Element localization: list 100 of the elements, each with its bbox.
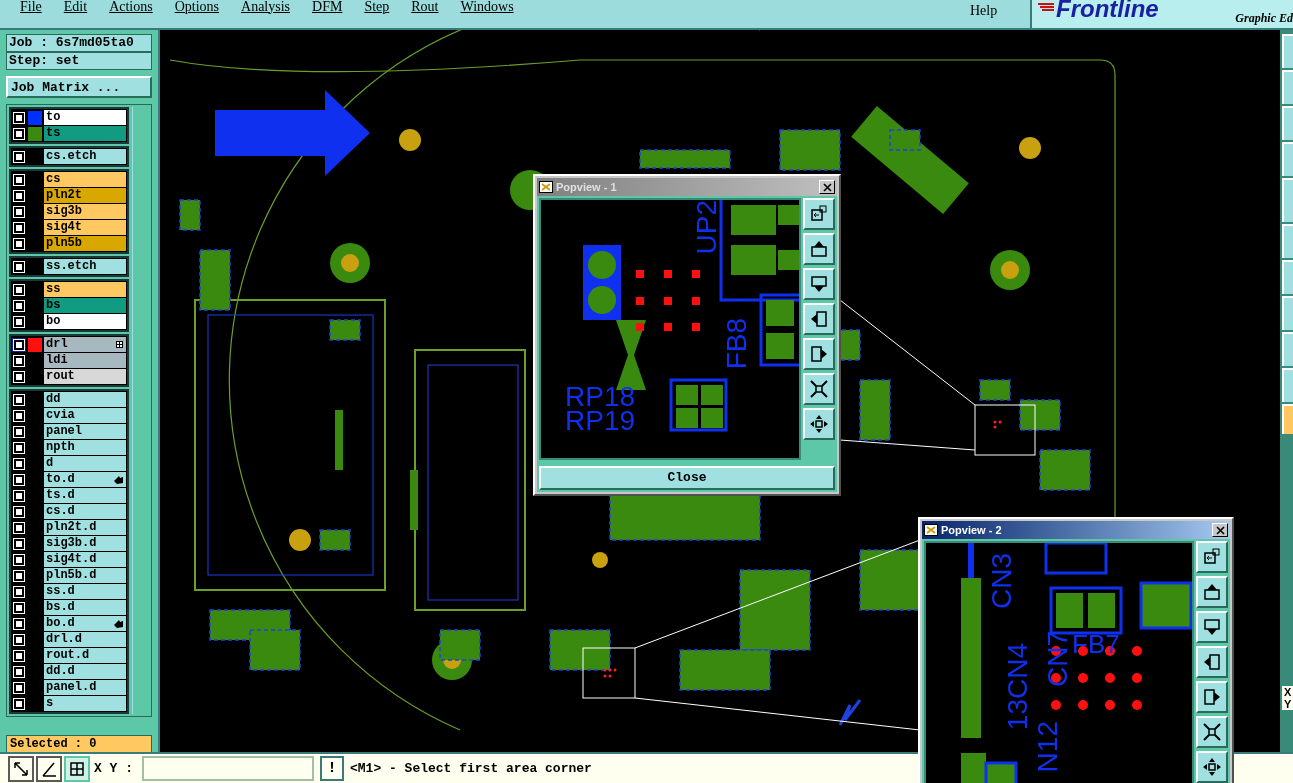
view-tool-button[interactable] [1196,576,1228,608]
view-tool-button[interactable] [1196,716,1228,748]
component-pad [199,249,231,311]
layer-name[interactable]: dd [44,392,126,407]
xy-label: X Y : [94,759,134,778]
grid-icon [68,759,86,778]
zoom-in-icon [1202,722,1222,742]
layer-name[interactable]: cs.etch [44,149,126,164]
layer-name[interactable]: pln5b [44,236,126,251]
arrow-down-icon [1202,617,1222,637]
view-tool-button[interactable] [1196,541,1228,573]
view-tool-button[interactable] [803,233,835,265]
menu-item[interactable]: Actions [109,0,153,14]
silkscreen-label: 13CN4 [1004,643,1032,731]
layer-name[interactable]: sig3b [44,204,126,219]
mounting-hole-drawing [330,243,370,283]
layer-name[interactable]: s [44,696,126,711]
layer-name[interactable]: bs.d [44,600,126,615]
silkscreen-label: UP2 [693,200,721,255]
layer-name[interactable]: sig3b.d [44,536,126,551]
window-arrow-icon [809,204,829,224]
layer-name[interactable]: rout [44,369,126,384]
layer-name[interactable]: pln2t.d [44,520,126,535]
job-matrix-button[interactable]: Job Matrix ... [6,76,152,98]
layer-name[interactable]: cvia [44,408,126,423]
close-icon [1215,525,1225,535]
layer-name[interactable]: ts.d [44,488,126,503]
tool-button[interactable] [8,755,34,782]
menu-item[interactable]: File [20,0,42,14]
layer-name[interactable]: ldi [44,353,126,368]
layer-name[interactable]: sig4t.d [44,552,126,567]
menu-item[interactable]: Edit [63,0,88,14]
view-tool-button[interactable] [803,303,835,335]
menu-item[interactable]: Rout [411,0,439,14]
view-tool-button[interactable] [803,338,835,370]
component-pad [1039,449,1091,491]
menu-item[interactable]: Step [364,0,390,14]
layer-name[interactable]: d [44,456,126,471]
view-tool-button[interactable] [1196,751,1228,783]
view-tool-button[interactable] [1196,646,1228,678]
layer-name[interactable]: cs.d [44,504,126,519]
layer-name[interactable]: ss [44,282,126,297]
layer-name[interactable]: ss.etch [44,259,126,274]
arrow-left-icon [1202,652,1222,672]
layer-name[interactable]: bo [44,314,126,329]
layer-color-swatch[interactable] [28,337,42,352]
layer-name[interactable]: npth [44,440,126,455]
close-button[interactable]: Close [539,466,835,490]
layer-name[interactable]: rout.d [44,648,126,663]
confirm-button[interactable]: ! [320,756,344,781]
menu-item[interactable]: Analysis [241,0,291,14]
layer-name[interactable]: to [44,110,126,125]
silkscreen-label: FB7 [1072,631,1120,657]
layer-name[interactable]: pln2t [44,188,126,203]
help-menu[interactable]: Help [970,3,998,18]
menu-item[interactable]: DFM [312,0,343,14]
component-pad [439,629,481,661]
layer-name[interactable]: cs [44,172,126,187]
layer-name[interactable]: drl.d [44,632,126,647]
coordinate-readout: X Y [1282,686,1293,710]
layer-name[interactable]: ss.d [44,584,126,599]
layer-name[interactable]: bs [44,298,126,313]
menu-item[interactable]: Options [174,0,220,14]
layer-name[interactable]: panel.d [44,680,126,695]
layer-name[interactable]: ts [44,126,126,141]
view-tool-button[interactable] [803,198,835,230]
close-icon [822,182,832,192]
via-pad [592,552,608,568]
layer-color-swatch[interactable] [28,126,42,141]
view-tool-button[interactable] [803,373,835,405]
layer-name[interactable]: dd.d [44,664,126,679]
layer-name[interactable]: drl [44,337,126,352]
component-pad [859,379,891,441]
tool-button[interactable] [36,755,62,782]
status-message: <M1> - Select first area corner [350,759,592,778]
window-title: Popview - 1 [556,179,618,195]
view-tool-button[interactable] [803,408,835,440]
view-tool-button[interactable] [1196,611,1228,643]
zoom-out-icon [809,414,829,434]
layer-name[interactable]: pln5b.d [44,568,126,583]
layer-name[interactable]: sig4t [44,220,126,235]
arrow-right-icon [809,344,829,364]
via-pad [399,129,421,151]
close-button[interactable] [819,180,835,194]
layer-name[interactable]: panel [44,424,126,439]
zoom-out-icon [1202,757,1222,777]
layer-name[interactable]: to.d [44,472,126,487]
component-pad [779,129,841,171]
arrow-left-icon [809,309,829,329]
tool-button[interactable] [64,755,90,782]
lightning-mark [838,699,862,726]
close-button[interactable] [1212,523,1228,537]
layer-name[interactable]: bo.d [44,616,126,631]
silkscreen-label: FB8 [723,318,751,370]
view-tool-button[interactable] [803,268,835,300]
coordinate-input[interactable] [142,756,314,781]
menu-item[interactable]: Windows [460,0,514,14]
zoom-in-icon [809,379,829,399]
view-tool-button[interactable] [1196,681,1228,713]
layer-color-swatch[interactable] [28,110,42,125]
